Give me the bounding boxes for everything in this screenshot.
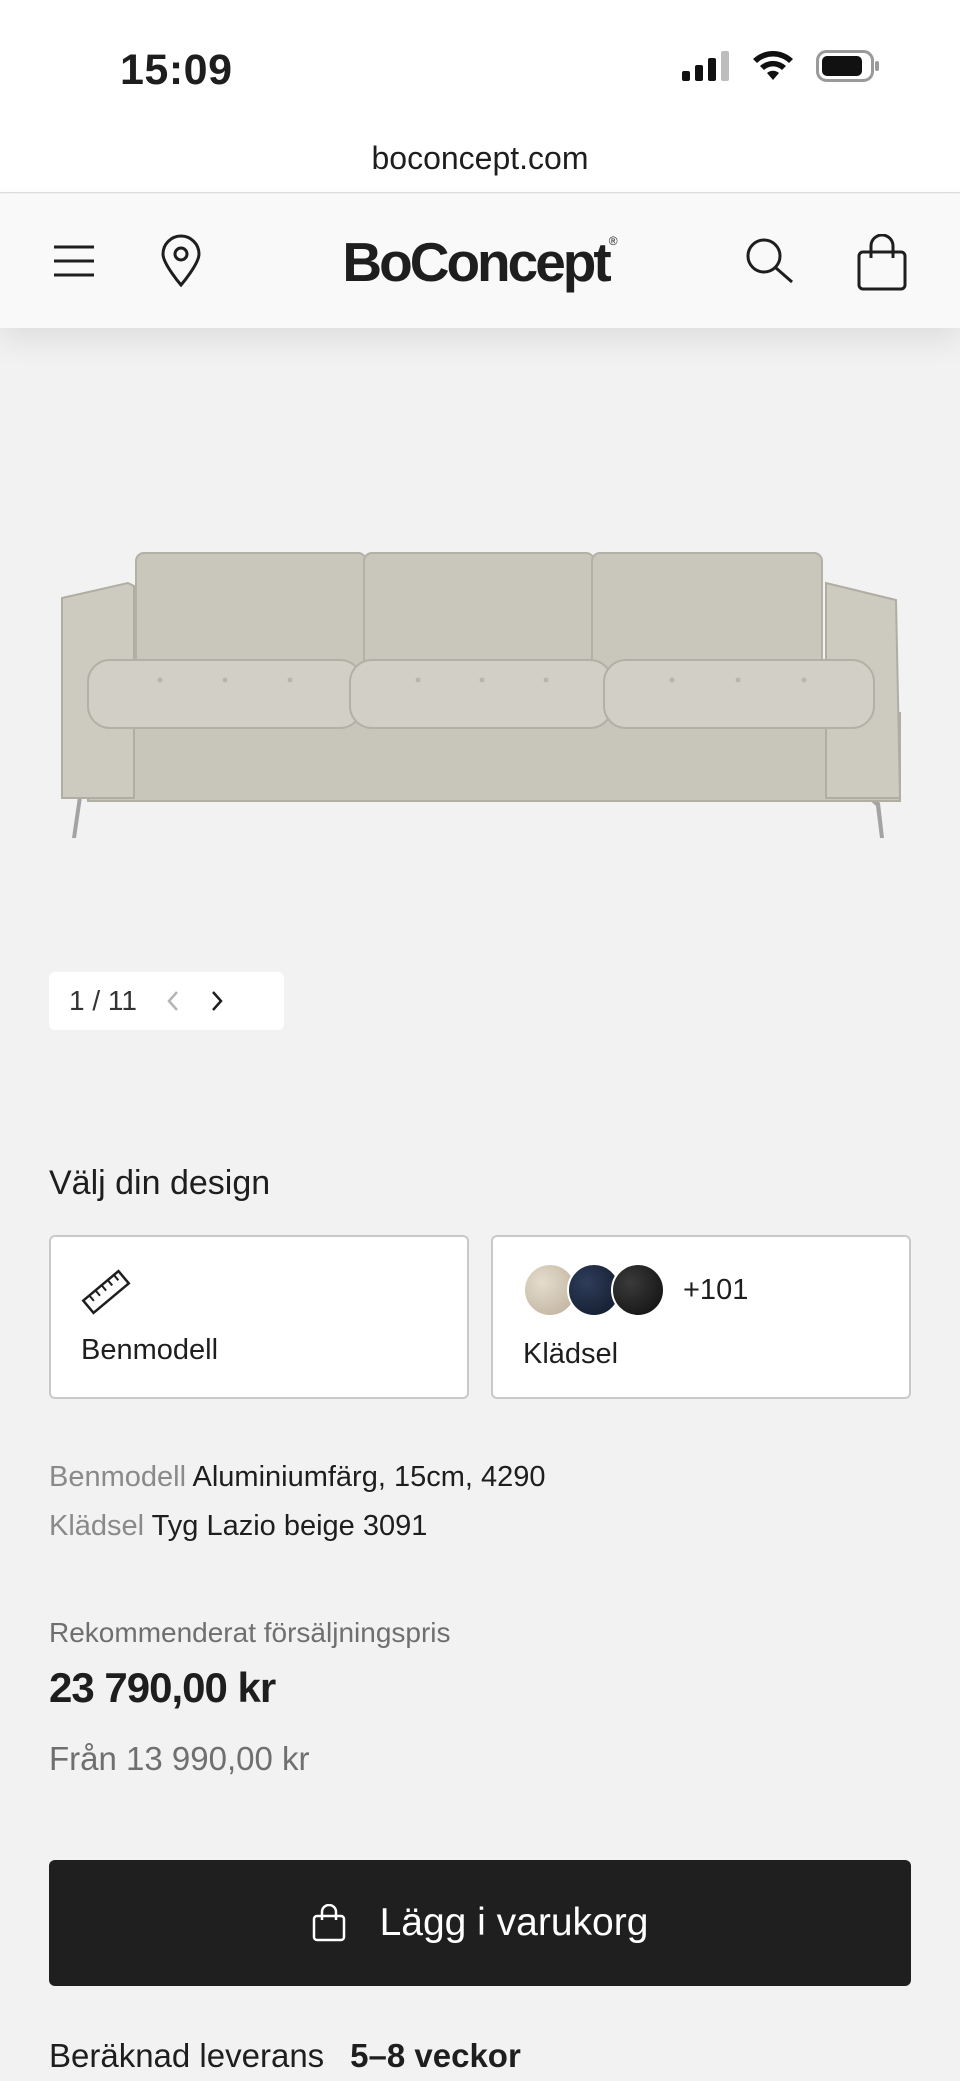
wifi-icon <box>753 51 793 80</box>
shopping-bag-icon <box>312 1904 345 1942</box>
ruler-icon <box>81 1269 131 1315</box>
delivery-value: 5–8 veckor <box>350 2037 521 2074</box>
status-time: 15:09 <box>120 46 233 94</box>
gallery-counter: 1 / 11 <box>69 985 137 1016</box>
site-header: BoConcept® <box>0 194 960 328</box>
price-from: Från 13 990,00 kr <box>49 1740 310 1777</box>
price-label: Rekommenderat försäljningspris <box>49 1617 451 1648</box>
gallery-prev-button[interactable] <box>165 989 181 1013</box>
spec-legs-value: Aluminiumfärg, 15cm, 4290 <box>192 1461 546 1493</box>
product-image-gallery[interactable] <box>0 328 960 948</box>
status-icons <box>682 50 880 82</box>
chevron-right-icon <box>212 991 223 1011</box>
sofa-image <box>61 552 902 838</box>
fabric-option-label: Klädsel <box>523 1338 619 1370</box>
spec-fabric-key: Klädsel <box>49 1510 145 1542</box>
battery-icon <box>816 50 879 82</box>
price: 23 790,00 kr <box>49 1664 276 1711</box>
gallery-pager: 1 / 11 <box>49 972 284 1030</box>
delivery-estimate: Beräknad leverans 5–8 veckor <box>49 2037 521 2075</box>
add-to-cart-label: Lägg i varukorg <box>379 1901 649 1944</box>
legs-option-card[interactable]: Benmodell <box>49 1235 469 1399</box>
gallery-next-button[interactable] <box>209 989 225 1013</box>
shopping-bag-icon[interactable] <box>856 233 908 297</box>
spec-fabric: Klädsel Tyg Lazio beige 3091 <box>49 1510 427 1543</box>
spec-legs-key: Benmodell <box>49 1461 187 1493</box>
fabric-swatch-black <box>611 1263 665 1317</box>
chevron-left-icon <box>167 991 178 1011</box>
fabric-option-card[interactable]: +101 Klädsel <box>491 1235 911 1399</box>
status-bar: 15:09 <box>0 0 960 135</box>
fabric-more-count: +101 <box>683 1273 749 1306</box>
add-to-cart-button[interactable]: Lägg i varukorg <box>49 1860 911 1986</box>
signal-icon <box>682 51 729 81</box>
browser-url[interactable]: boconcept.com <box>0 140 960 177</box>
fabric-swatches: +101 <box>523 1263 748 1317</box>
legs-option-label: Benmodell <box>81 1334 219 1366</box>
spec-fabric-value: Tyg Lazio beige 3091 <box>151 1510 428 1542</box>
delivery-label: Beräknad leverans <box>49 2037 325 2074</box>
spec-legs: Benmodell Aluminiumfärg, 15cm, 4290 <box>49 1461 546 1494</box>
design-section-title: Välj din design <box>49 1164 271 1202</box>
boconcept-logo[interactable]: BoConcept® <box>0 230 960 294</box>
search-icon[interactable] <box>744 234 796 293</box>
